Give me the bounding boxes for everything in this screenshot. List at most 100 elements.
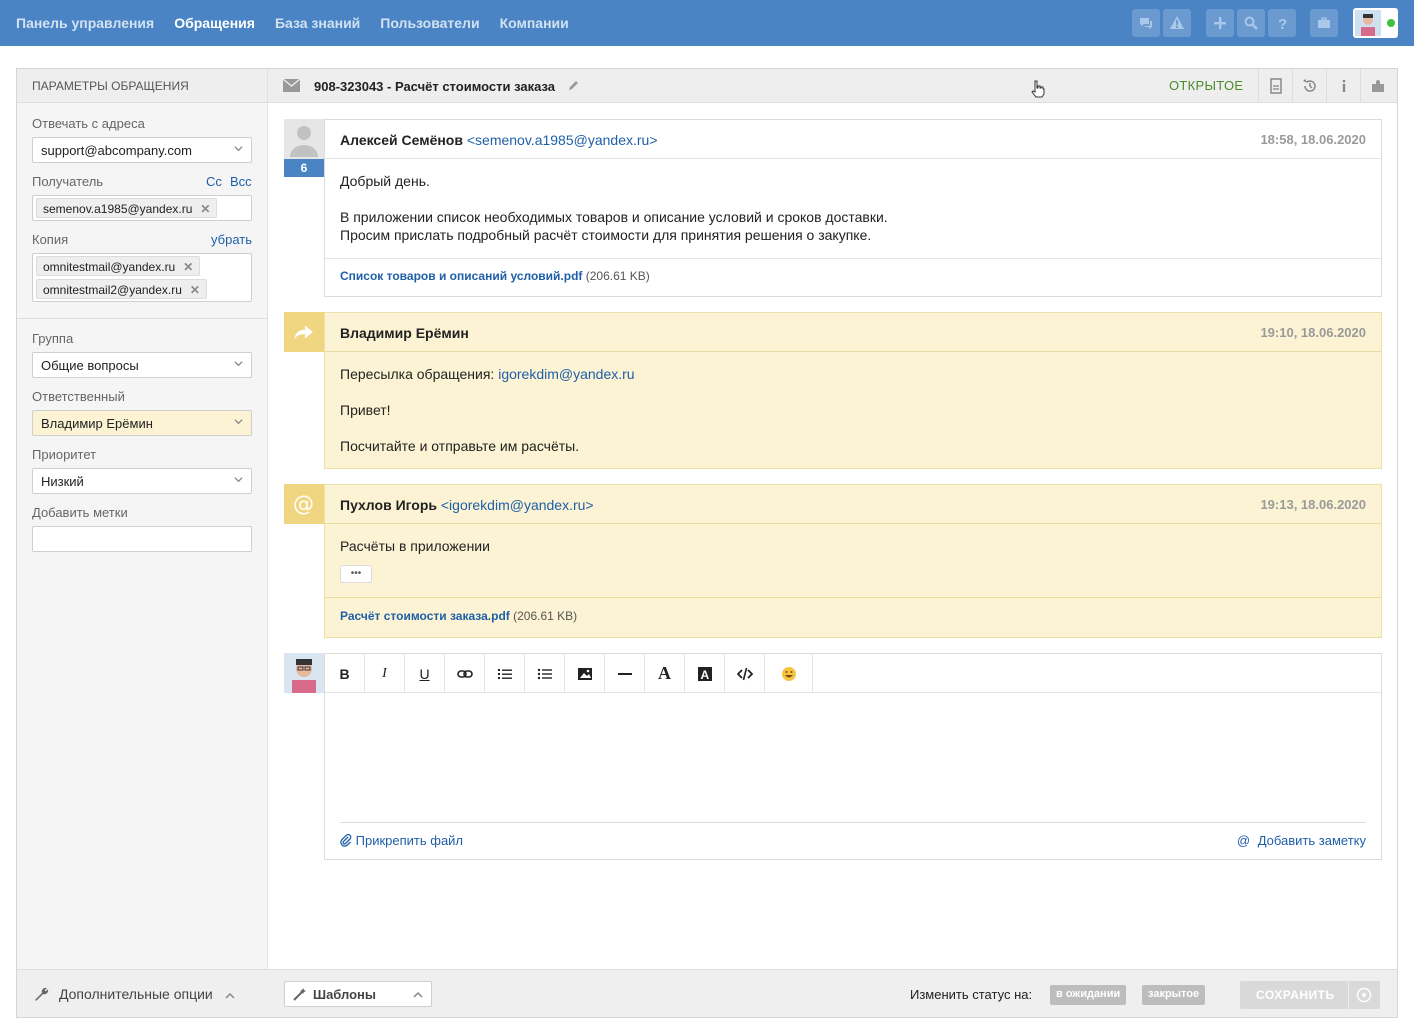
divider [325, 351, 1381, 352]
priority-select[interactable]: Низкий [32, 468, 252, 494]
history-icon[interactable] [1292, 69, 1326, 103]
status-closed-button[interactable]: закрытое [1142, 985, 1206, 1005]
nav-users[interactable]: Пользователи [380, 15, 479, 31]
message-count-badge: 6 [284, 159, 324, 177]
ticket-header: 908-323043 - Расчёт стоимости заказа ОТК… [268, 69, 1397, 103]
author-email-link[interactable]: <igorekdim@yandex.ru> [441, 497, 594, 513]
copy-field[interactable]: omnitestmail@yandex.ru ✕ omnitestmail2@ya… [32, 253, 252, 302]
action-bar: Шаблоны Изменить статус на: в ожидании з… [268, 969, 1397, 1017]
message-author: Алексей Семёнов <semenov.a1985@yandex.ru… [340, 132, 658, 148]
divider [17, 318, 267, 319]
forward-email-link[interactable]: igorekdim@yandex.ru [498, 366, 634, 382]
tags-label: Добавить метки [32, 505, 128, 520]
reply-from-label: Отвечать с адреса [32, 116, 145, 131]
hand-cursor-icon [1031, 80, 1045, 98]
nav-companies[interactable]: Компании [500, 15, 569, 31]
author-email-link[interactable]: <semenov.a1985@yandex.ru> [467, 132, 658, 148]
online-status-dot [1387, 19, 1395, 27]
message-time: 19:13, 18.06.2020 [1260, 497, 1366, 512]
message-card: Алексей Семёнов <semenov.a1985@yandex.ru… [324, 119, 1382, 297]
remove-tag-icon[interactable]: ✕ [183, 260, 193, 274]
search-icon[interactable] [1237, 9, 1265, 37]
info-icon[interactable] [1326, 69, 1360, 103]
user-menu[interactable] [1353, 8, 1398, 38]
message-line: Расчёты в приложении [340, 538, 490, 554]
italic-button[interactable]: I [365, 654, 405, 693]
avatar [1355, 10, 1381, 36]
message-time: 19:10, 18.06.2020 [1260, 325, 1366, 340]
divider [1348, 981, 1349, 1009]
templates-button[interactable]: Шаблоны [284, 981, 432, 1007]
underline-button[interactable]: U [405, 654, 445, 693]
bullet-list-icon[interactable] [525, 654, 565, 693]
assignee-select[interactable]: Владимир Ерёмин [32, 410, 252, 436]
puzzle-icon[interactable] [1360, 69, 1394, 103]
attachment: Список товаров и описаний условий.pdf (2… [340, 269, 650, 283]
save-options-icon[interactable] [1356, 987, 1372, 1003]
message-line: Просим прислать подробный расчёт стоимос… [340, 227, 872, 243]
message-line: Посчитайте и отправьте им расчёты. [340, 438, 580, 454]
chevron-up-icon [225, 992, 235, 999]
nav-dashboard[interactable]: Панель управления [16, 15, 154, 31]
help-icon[interactable]: ? [1268, 9, 1296, 37]
sender-avatar [284, 119, 324, 159]
at-icon: @ [1236, 833, 1251, 848]
remove-tag-icon[interactable]: ✕ [200, 202, 210, 216]
link-icon[interactable] [445, 654, 485, 693]
group-select[interactable]: Общие вопросы [32, 352, 252, 378]
recipient-field[interactable]: semenov.a1985@yandex.ru ✕ [32, 195, 252, 221]
text-color-button[interactable]: A [645, 654, 685, 693]
cc-link[interactable]: Cc [206, 174, 222, 189]
divider [325, 597, 1381, 598]
text-bg-icon[interactable]: A [685, 654, 725, 693]
print-icon[interactable] [1258, 69, 1292, 103]
remove-tag-icon[interactable]: ✕ [190, 283, 200, 297]
chevron-down-icon [234, 146, 243, 152]
divider [325, 258, 1381, 259]
nav-tickets[interactable]: Обращения [174, 15, 255, 31]
divider [340, 822, 1366, 823]
attachment-link[interactable]: Список товаров и описаний условий.pdf [340, 269, 582, 283]
bold-button[interactable]: B [325, 654, 365, 693]
attach-file-link[interactable]: Прикрепить файл [340, 833, 463, 848]
copy-tag: omnitestmail2@yandex.ru ✕ [36, 279, 207, 299]
editor-toolbar: B I U A A [325, 654, 1381, 693]
message-author: Владимир Ерёмин [340, 325, 469, 341]
warning-icon[interactable] [1163, 9, 1191, 37]
plus-icon[interactable] [1206, 9, 1234, 37]
more-options-bar[interactable]: Дополнительные опции [17, 969, 268, 1017]
code-icon[interactable] [725, 654, 765, 693]
envelope-icon [283, 79, 300, 92]
nav-knowledge-base[interactable]: База знаний [275, 15, 360, 31]
save-button[interactable]: СОХРАНИТЬ [1240, 981, 1380, 1009]
top-navbar: Панель управления Обращения База знаний … [0, 0, 1414, 46]
chat-icon[interactable] [1132, 9, 1160, 37]
forward-icon [284, 312, 324, 352]
pencil-icon[interactable] [567, 80, 579, 92]
reply-from-select[interactable]: support@abcompany.com [32, 137, 252, 163]
status-pending-button[interactable]: в ожидании [1050, 985, 1127, 1005]
bcc-link[interactable]: Bcc [230, 174, 252, 189]
add-note-link[interactable]: @ Добавить заметку [1237, 833, 1366, 848]
copy-remove-link[interactable]: убрать [211, 232, 252, 247]
ordered-list-icon[interactable] [485, 654, 525, 693]
reply-editor[interactable]: B I U A A Прикрепить файл @ Добавить зам… [324, 653, 1382, 860]
copy-label: Копия [32, 232, 69, 247]
main-nav: Панель управления Обращения База знаний … [16, 0, 589, 46]
paperclip-icon [340, 833, 352, 847]
at-icon: @ [284, 484, 324, 524]
svg-text:?: ? [1278, 16, 1287, 31]
tags-input[interactable] [32, 526, 252, 552]
message-card: Пухлов Игорь <igorekdim@yandex.ru> 19:13… [324, 484, 1382, 638]
image-icon[interactable] [565, 654, 605, 693]
magic-wand-icon [293, 988, 306, 1001]
show-quoted-button[interactable]: ••• [340, 565, 372, 583]
briefcase-icon[interactable] [1310, 9, 1338, 37]
recipient-label: Получатель [32, 174, 104, 189]
ticket-title: 908-323043 - Расчёт стоимости заказа [314, 79, 556, 94]
attachment: Расчёт стоимости заказа.pdf (206.61 KB) [340, 609, 578, 623]
attachment-link[interactable]: Расчёт стоимости заказа.pdf [340, 609, 510, 623]
emoji-icon[interactable] [765, 654, 813, 693]
assignee-label: Ответственный [32, 389, 125, 404]
horizontal-rule-icon[interactable] [605, 654, 645, 693]
